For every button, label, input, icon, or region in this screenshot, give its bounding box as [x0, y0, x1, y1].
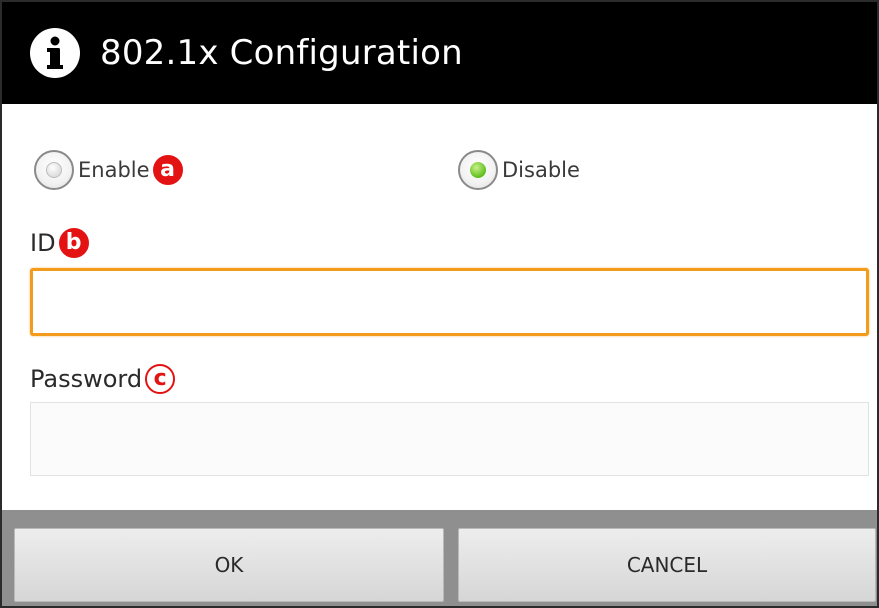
enable-radio[interactable]: Enable a — [34, 146, 183, 194]
ok-button[interactable]: OK — [14, 528, 444, 602]
disable-radio-label[interactable]: Disable — [502, 158, 580, 182]
annotation-marker-a: a — [152, 155, 183, 185]
password-label: Password — [30, 365, 143, 393]
password-input[interactable] — [30, 402, 869, 476]
enable-radio-button[interactable] — [34, 150, 74, 190]
cancel-button[interactable]: CANCEL — [458, 528, 876, 602]
dialog-title: 802.1x Configuration — [100, 33, 463, 73]
radio-selected-dot — [470, 162, 486, 178]
password-field-label-row: Password c — [30, 364, 176, 394]
auth-mode-radio-group: Enable a Disable — [2, 146, 877, 194]
dialog-titlebar: 802.1x Configuration — [2, 2, 877, 104]
id-label: ID — [30, 229, 56, 257]
dialog-8021x-configuration: 802.1x Configuration Enable a Disable ID… — [0, 0, 879, 608]
disable-radio-button[interactable] — [458, 150, 498, 190]
dialog-button-bar: OK CANCEL — [2, 510, 877, 606]
radio-unselected-dot — [46, 162, 62, 178]
annotation-marker-c: c — [145, 364, 176, 394]
enable-radio-label[interactable]: Enable — [78, 158, 150, 182]
disable-radio[interactable]: Disable — [458, 146, 580, 194]
info-icon — [28, 26, 82, 80]
id-input[interactable] — [30, 268, 869, 336]
id-field-label-row: ID b — [30, 228, 89, 258]
annotation-marker-b: b — [58, 228, 89, 258]
